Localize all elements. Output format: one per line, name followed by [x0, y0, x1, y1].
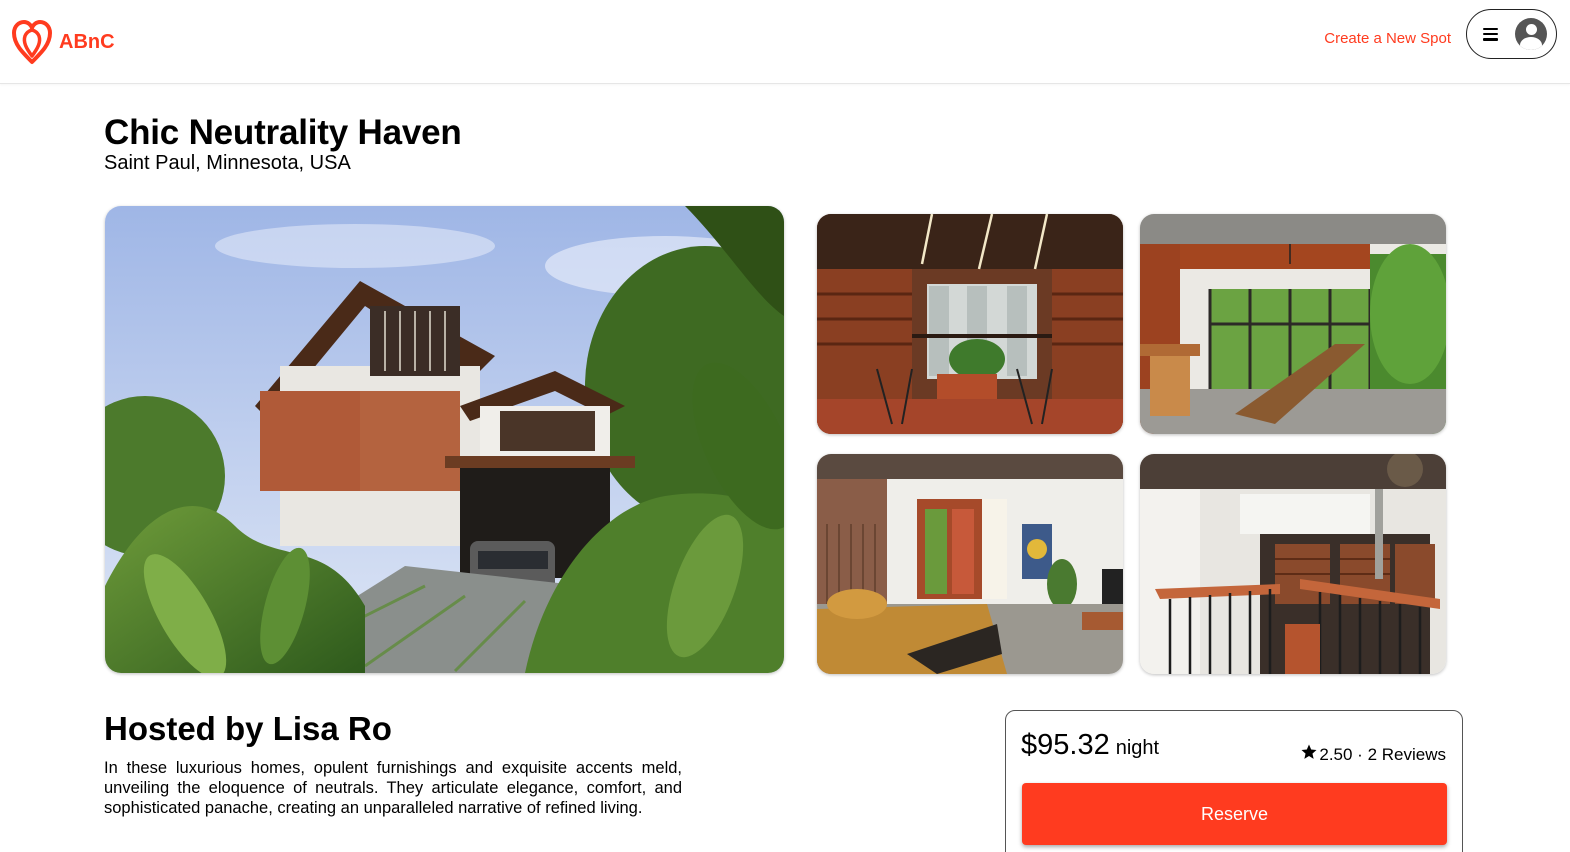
booking-card: $95.32 night 2.50 · 2 Reviews Reserve	[1005, 710, 1463, 852]
spot-location: Saint Paul, Minnesota, USA	[104, 152, 351, 174]
host-heading: Hosted by Lisa Ro	[104, 710, 392, 747]
create-new-spot-link[interactable]: Create a New Spot	[1324, 30, 1451, 47]
rating-text: 2.50 · 2 Reviews	[1319, 744, 1446, 764]
heart-logo-icon	[10, 18, 54, 66]
spot-title: Chic Neutrality Haven	[104, 113, 462, 152]
hamburger-menu-icon	[1483, 27, 1498, 41]
reserve-button[interactable]: Reserve	[1022, 783, 1447, 845]
price-unit: night	[1115, 737, 1160, 759]
home-logo-link[interactable]: ABnC	[10, 18, 115, 66]
spot-thumbnail-4[interactable]	[1140, 454, 1446, 674]
profile-menu-button[interactable]	[1466, 9, 1557, 59]
user-avatar-icon	[1515, 18, 1547, 50]
price-display: $95.32 night	[1021, 729, 1159, 762]
rating-summary: 2.50 · 2 Reviews	[1300, 743, 1446, 766]
price-value: $95.32	[1021, 729, 1110, 761]
spot-thumbnail-3[interactable]	[817, 454, 1123, 674]
main-spot-image[interactable]	[105, 206, 784, 673]
spot-description: In these luxurious homes, opulent furnis…	[104, 759, 682, 817]
spot-thumbnail-2[interactable]	[1140, 214, 1446, 434]
top-nav-bar: ABnC Create a New Spot	[0, 0, 1570, 84]
brand-name: ABnC	[59, 30, 115, 53]
spot-thumbnail-1[interactable]	[817, 214, 1123, 434]
star-icon	[1300, 743, 1319, 766]
